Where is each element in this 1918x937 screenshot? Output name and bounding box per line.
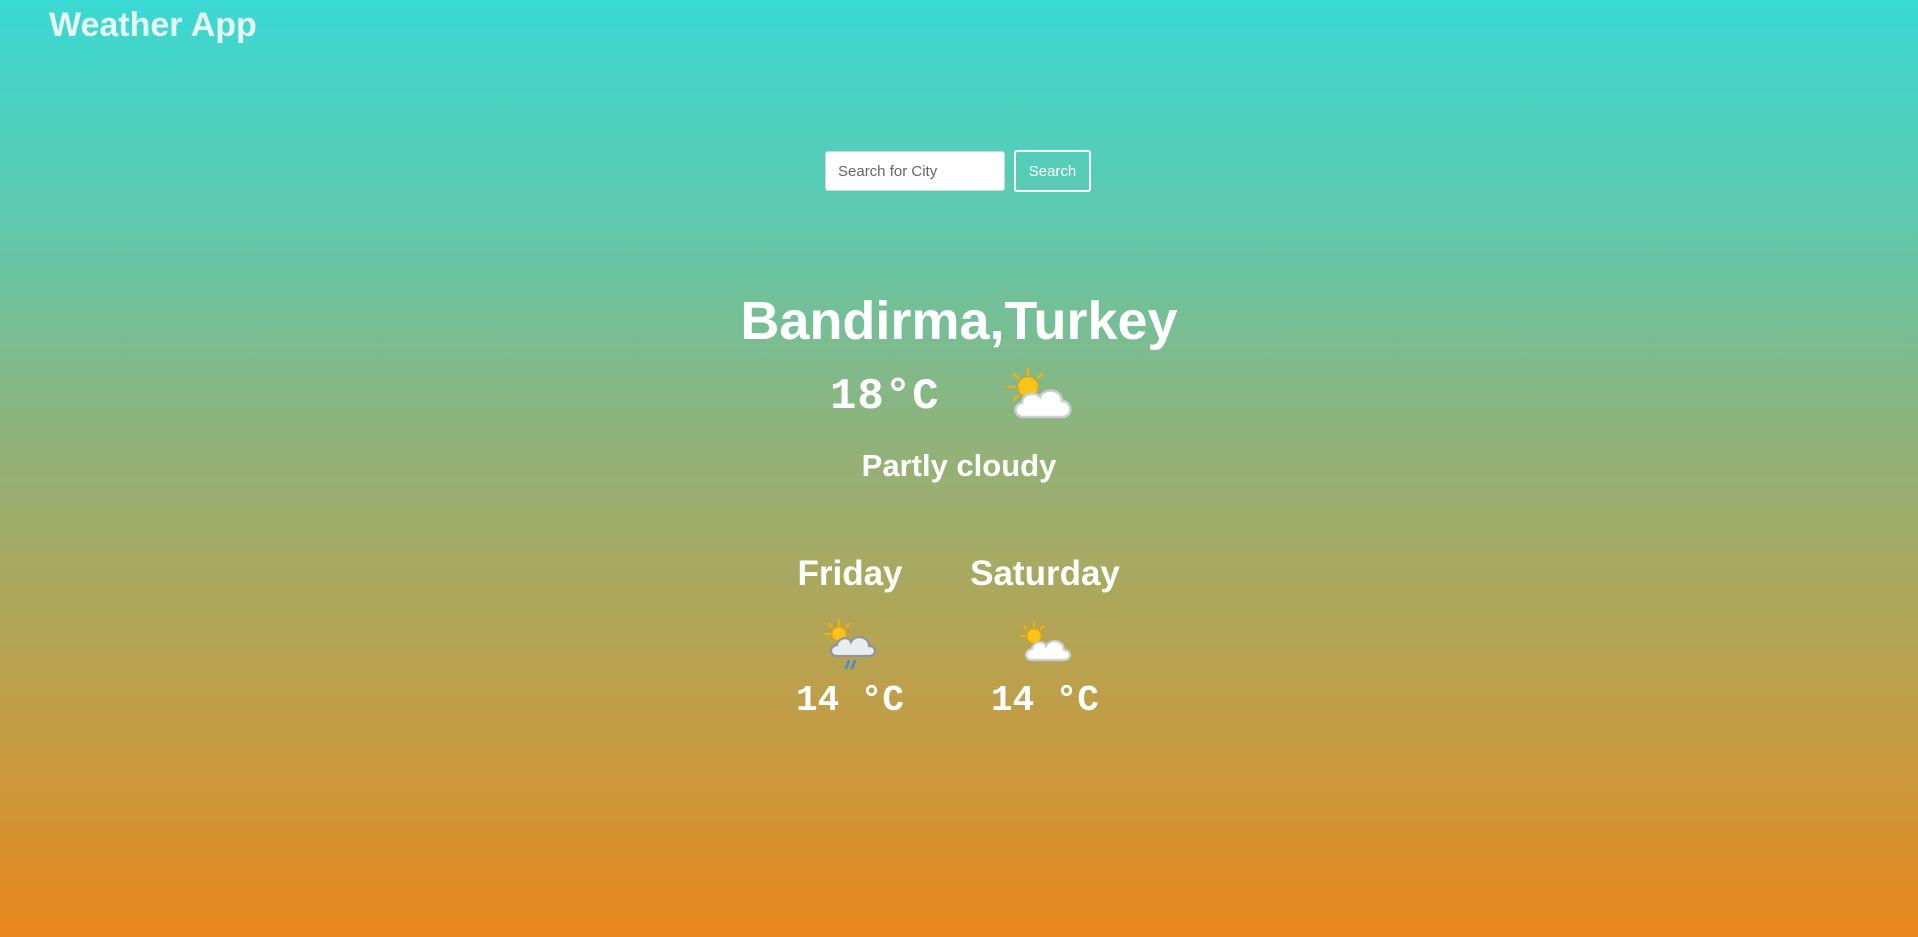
rain-showers-icon [821,618,879,674]
forecast-day-name: Saturday [970,554,1120,593]
current-weather: 18°C [830,362,1080,432]
partly-cloudy-icon [1000,365,1080,430]
search-bar: Search [825,150,1091,192]
weather-condition: Partly cloudy [861,448,1057,483]
forecast-temperature: 14 °C [990,680,1100,721]
app-title: Weather App [49,6,257,44]
forecast-day: Friday 14 °C [790,552,910,721]
city-name: Bandirma,Turkey [740,291,1178,351]
partly-cloudy-icon [1016,618,1074,674]
forecast-temperature: 14 °C [795,680,905,721]
search-button[interactable]: Search [1014,150,1091,192]
current-temperature: 18°C [830,372,940,422]
forecast-day-name: Friday [797,554,903,593]
forecast-day: Saturday 14 °C [965,552,1125,721]
search-input[interactable] [825,151,1005,191]
